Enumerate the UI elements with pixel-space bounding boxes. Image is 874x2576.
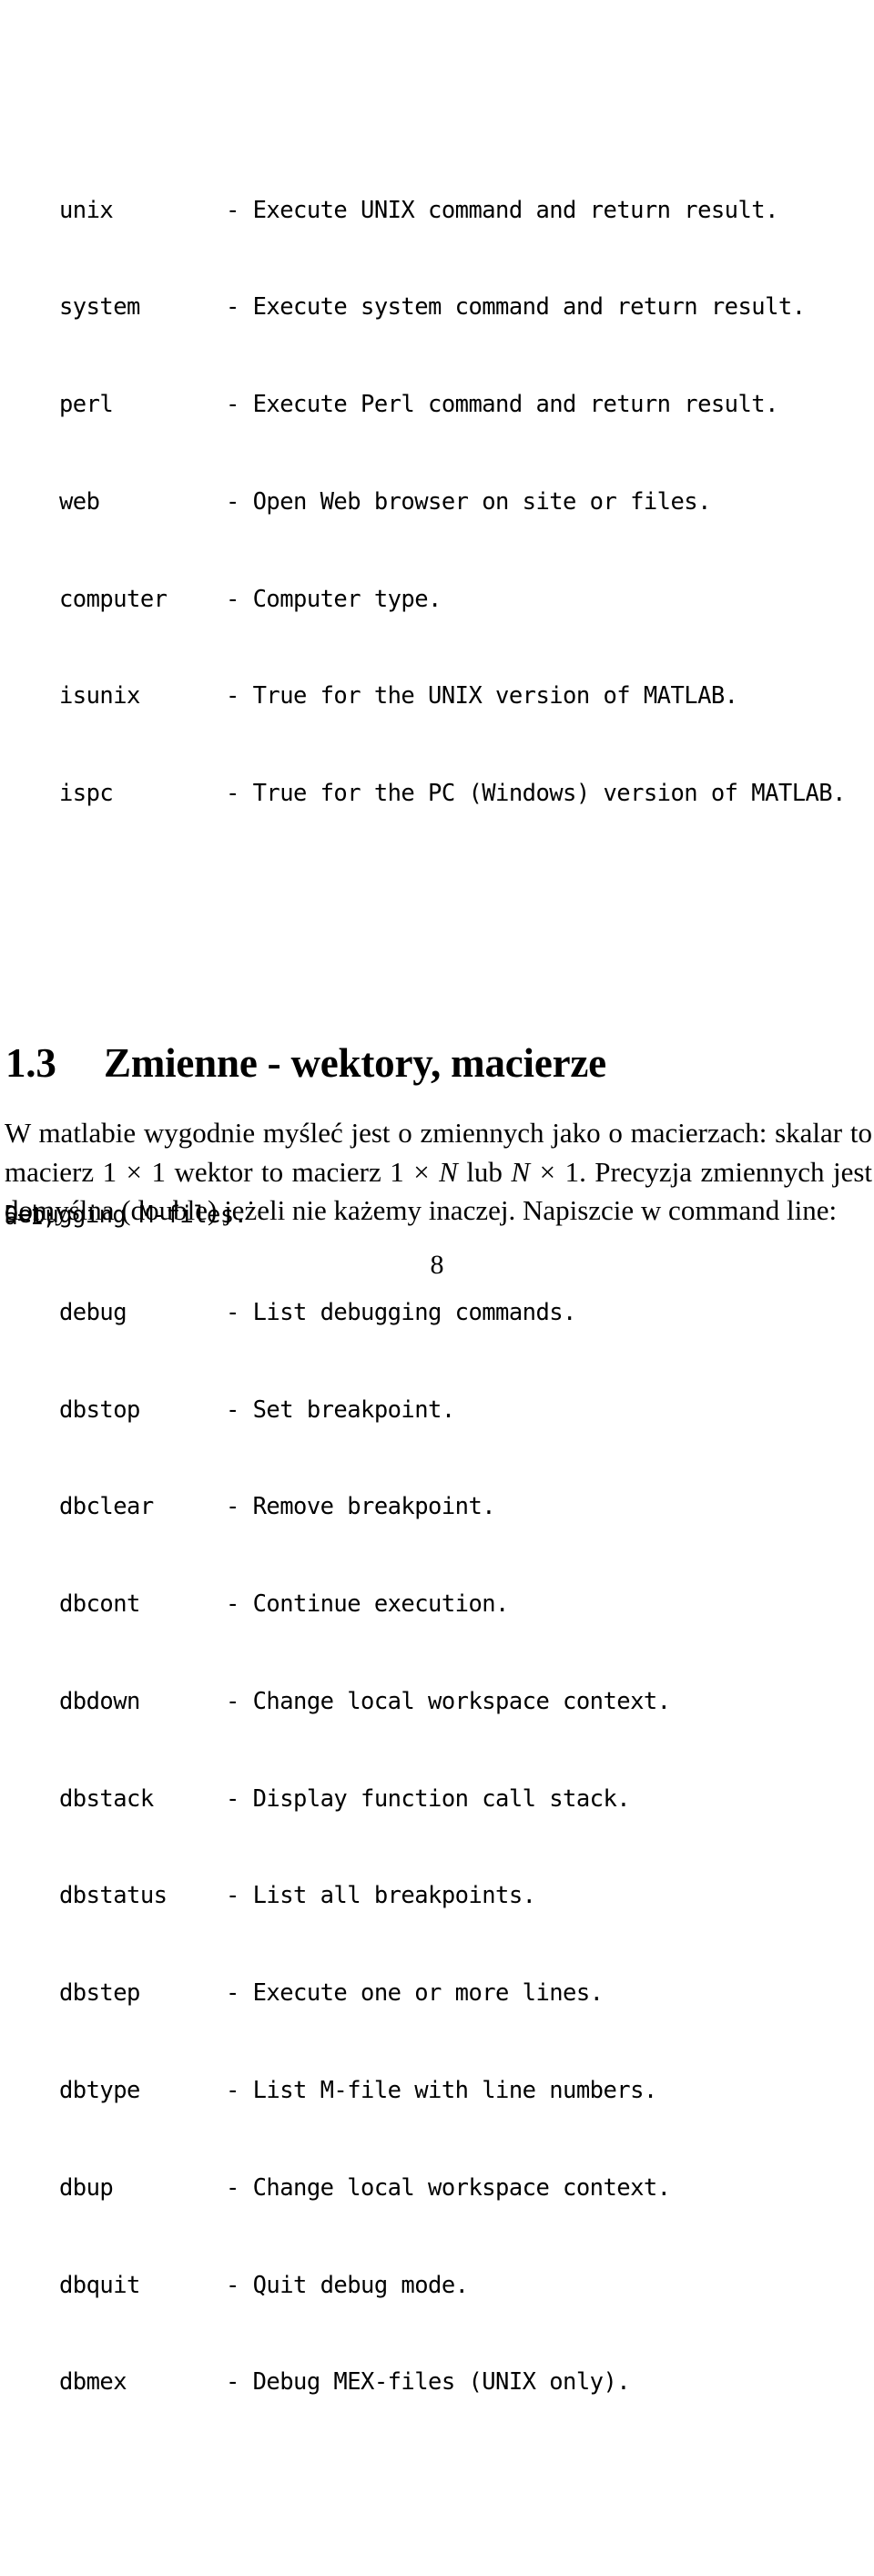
command-row: dbstack - Display function call stack. <box>5 1784 874 1816</box>
command-name: dbstack <box>59 1784 154 1813</box>
command-group-debugging: Debugging M-files. debug - List debugging… <box>5 1135 874 2464</box>
command-description: - Execute Perl command and return result… <box>226 391 778 419</box>
command-name: dbquit <box>59 2271 140 2299</box>
command-name: dbstep <box>59 1979 140 2008</box>
command-description: - Execute system command and return resu… <box>226 293 806 322</box>
command-name: ispc <box>59 780 114 808</box>
paragraph-text-part <box>431 1156 439 1188</box>
command-name: dbmex <box>59 2368 127 2397</box>
command-row: dbclear - Remove breakpoint. <box>5 1491 874 1524</box>
command-description: - Continue execution. <box>226 1590 509 1619</box>
command-name: system <box>59 293 140 322</box>
command-description: - Quit debug mode. <box>226 2271 469 2299</box>
math-variable-n: N <box>511 1155 531 1188</box>
command-row: system - Execute system command and retur… <box>5 291 874 324</box>
command-row: dbstatus - List all breakpoints. <box>5 1880 874 1913</box>
command-name: dbstop <box>59 1395 140 1424</box>
command-description: - List M-file with line numbers. <box>226 2077 657 2104</box>
document-page: unix - Execute UNIX command and return re… <box>0 0 874 2397</box>
command-row: dbdown - Change local workspace context. <box>5 1686 874 1719</box>
command-name: isunix <box>59 682 140 710</box>
command-row: dbmex - Debug MEX-files (UNIX only). <box>5 2366 874 2399</box>
command-description: - Computer type. <box>226 585 442 613</box>
command-name: web <box>59 487 100 516</box>
command-name: dbstatus <box>59 1882 168 1910</box>
section-number: 1.3 <box>5 1040 56 1087</box>
command-description: - Execute UNIX command and return result… <box>226 196 778 224</box>
command-row: dbstep - Execute one or more lines. <box>5 1978 874 2010</box>
command-name: dbup <box>59 2173 114 2202</box>
command-name: dbcont <box>59 1590 140 1619</box>
command-group-top: unix - Execute UNIX command and return re… <box>5 129 874 875</box>
body-paragraph: W matlabie wygodnie myśleć jest o zmienn… <box>5 1114 872 1231</box>
math-variable-n: N <box>439 1155 458 1188</box>
multiplication-sign: × <box>531 1155 564 1188</box>
command-description: - True for the PC (Windows) version of M… <box>226 780 846 808</box>
command-name: unix <box>59 196 114 224</box>
command-name: dbtype <box>59 2077 140 2104</box>
command-description: - List debugging commands. <box>226 1298 576 1326</box>
command-row: dbquit - Quit debug mode. <box>5 2270 874 2303</box>
code-example-line: a=1; <box>5 1204 56 1230</box>
command-description: - List all breakpoints. <box>226 1882 536 1910</box>
section-title: Zmienne - wektory, macierze <box>104 1040 606 1087</box>
command-description: - True for the UNIX version of MATLAB. <box>226 682 738 710</box>
command-name: debug <box>59 1298 127 1326</box>
command-row: dbstop - Set breakpoint. <box>5 1395 874 1427</box>
command-name: dbclear <box>59 1493 154 1521</box>
command-name: dbdown <box>59 1687 140 1715</box>
command-name: computer <box>59 585 168 613</box>
command-row: unix - Execute UNIX command and return re… <box>5 195 874 228</box>
command-row: web - Open Web browser on site or files. <box>5 486 874 519</box>
command-row: dbtype - List M-file with line numbers. <box>5 2075 874 2108</box>
command-description: - Display function call stack. <box>226 1784 631 1813</box>
command-row: dbup - Change local workspace context. <box>5 2172 874 2205</box>
command-description: - Debug MEX-files (UNIX only). <box>226 2368 631 2397</box>
command-row: dbcont - Continue execution. <box>5 1589 874 1621</box>
section-heading: 1.3 Zmienne - wektory, macierze <box>5 1039 606 1087</box>
command-row: isunix - True for the UNIX version of MAT… <box>5 680 874 713</box>
command-description: - Execute one or more lines. <box>226 1979 604 2008</box>
command-description: - Change local workspace context. <box>226 1687 671 1715</box>
paragraph-text-part: lub <box>457 1155 512 1188</box>
paragraph-text-part: 1 wektor to macierz 1 <box>143 1155 413 1188</box>
command-description: - Remove breakpoint. <box>226 1493 496 1521</box>
command-row: debug - List debugging commands. <box>5 1297 874 1330</box>
multiplication-sign: × <box>413 1155 430 1188</box>
command-row: perl - Execute Perl command and return re… <box>5 389 874 422</box>
command-row: ispc - True for the PC (Windows) version … <box>5 778 874 811</box>
command-description: - Set breakpoint. <box>226 1395 455 1424</box>
command-row: computer - Computer type. <box>5 584 874 617</box>
help-listing: unix - Execute UNIX command and return re… <box>5 0 874 2576</box>
multiplication-sign: × <box>126 1155 143 1188</box>
command-name: perl <box>59 391 114 419</box>
command-description: - Change local workspace context. <box>226 2173 671 2202</box>
page-number: 8 <box>430 1250 444 1280</box>
command-description: - Open Web browser on site or files. <box>226 487 711 516</box>
